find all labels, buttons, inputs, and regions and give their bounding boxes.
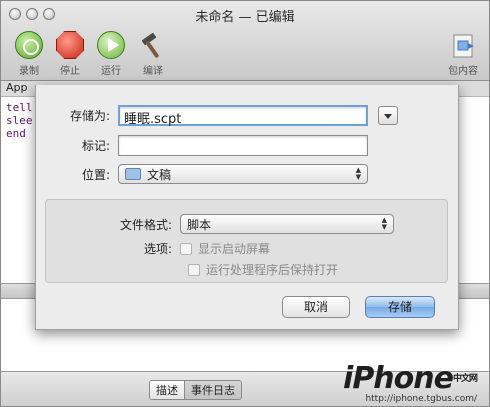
popup-arrows-icon: ▲ ▼ (355, 166, 361, 181)
watermark-brand: iPhone中文网 (343, 361, 478, 396)
footer-bar: 描述 事件日志 iPhone中文网 http://iphone.tgbus.co… (1, 364, 489, 406)
tags-row: 标记: (48, 135, 368, 156)
run-label: 运行 (101, 66, 121, 77)
stop-label: 停止 (60, 66, 80, 77)
record-button[interactable]: 录制 (7, 31, 51, 77)
bundle-icon (453, 34, 474, 58)
cancel-button[interactable]: 取消 (282, 296, 350, 318)
navigation-bar-label: App (6, 81, 28, 94)
record-icon (15, 31, 43, 59)
folder-icon (125, 168, 141, 180)
location-label: 位置: (81, 167, 110, 182)
filename-input[interactable]: 睡眠.scpt (118, 105, 368, 127)
bundle-label: 包内容 (448, 66, 478, 77)
format-label: 文件格式: (119, 217, 172, 232)
stop-button[interactable]: 停止 (48, 31, 92, 77)
toolbar: 未命名 — 已编辑 录制 停止 运行 编译 包内容 (1, 1, 489, 81)
record-label: 录制 (19, 66, 39, 77)
format-value: 脚本 (187, 217, 212, 232)
checkbox-label: 运行处理程序后保持打开 (206, 263, 339, 277)
save-sheet: 存储为: 睡眠.scpt 标记: 位置: 文稿 ▲ ▼ 文件格式: 脚本 ▲ ▼ 选 (35, 85, 459, 330)
window-title: 未命名 — 已编辑 (195, 10, 295, 25)
stay-open-checkbox[interactable]: 运行处理程序后保持打开 (188, 261, 338, 278)
checkbox-box (180, 242, 192, 255)
location-popup[interactable]: 文稿 ▲ ▼ (118, 164, 368, 184)
bundle-contents-button[interactable]: 包内容 (441, 31, 485, 77)
script-editor-window: 未命名 — 已编辑 录制 停止 运行 编译 包内容 App tell slee … (0, 0, 490, 407)
options-row: 选项: 显示启动屏幕 (94, 240, 270, 257)
format-row: 文件格式: 脚本 ▲ ▼ (94, 214, 394, 234)
compile-label: 编译 (143, 66, 163, 77)
compile-button[interactable]: 编译 (131, 31, 175, 77)
checkbox-box (188, 263, 200, 276)
popup-arrows-icon: ▲ ▼ (381, 216, 387, 231)
options-label: 选项: (143, 242, 172, 256)
save-button[interactable]: 存储 (365, 296, 435, 318)
stop-icon (56, 31, 84, 59)
file-format-popup[interactable]: 脚本 ▲ ▼ (180, 214, 394, 234)
run-icon (97, 31, 125, 59)
run-button[interactable]: 运行 (89, 31, 133, 77)
expand-browser-button[interactable] (378, 106, 398, 125)
checkbox-label: 显示启动屏幕 (198, 242, 271, 256)
stay-open-row: 运行处理程序后保持打开 (188, 261, 338, 278)
hammer-icon (141, 32, 159, 58)
view-segmented-control[interactable]: 描述 事件日志 (149, 380, 242, 400)
site-watermark: iPhone中文网 http://iphone.tgbus.com/ (343, 361, 478, 405)
save-as-row: 存储为: 睡眠.scpt (48, 105, 398, 127)
save-as-label: 存储为: (69, 109, 110, 123)
tags-input[interactable] (118, 135, 368, 156)
location-value: 文稿 (147, 167, 172, 182)
tags-label: 标记: (81, 139, 110, 153)
description-tab[interactable]: 描述 (150, 381, 184, 399)
location-row: 位置: 文稿 ▲ ▼ (48, 164, 368, 184)
show-startup-screen-checkbox[interactable]: 显示启动屏幕 (180, 240, 270, 257)
event-log-tab[interactable]: 事件日志 (184, 381, 241, 399)
